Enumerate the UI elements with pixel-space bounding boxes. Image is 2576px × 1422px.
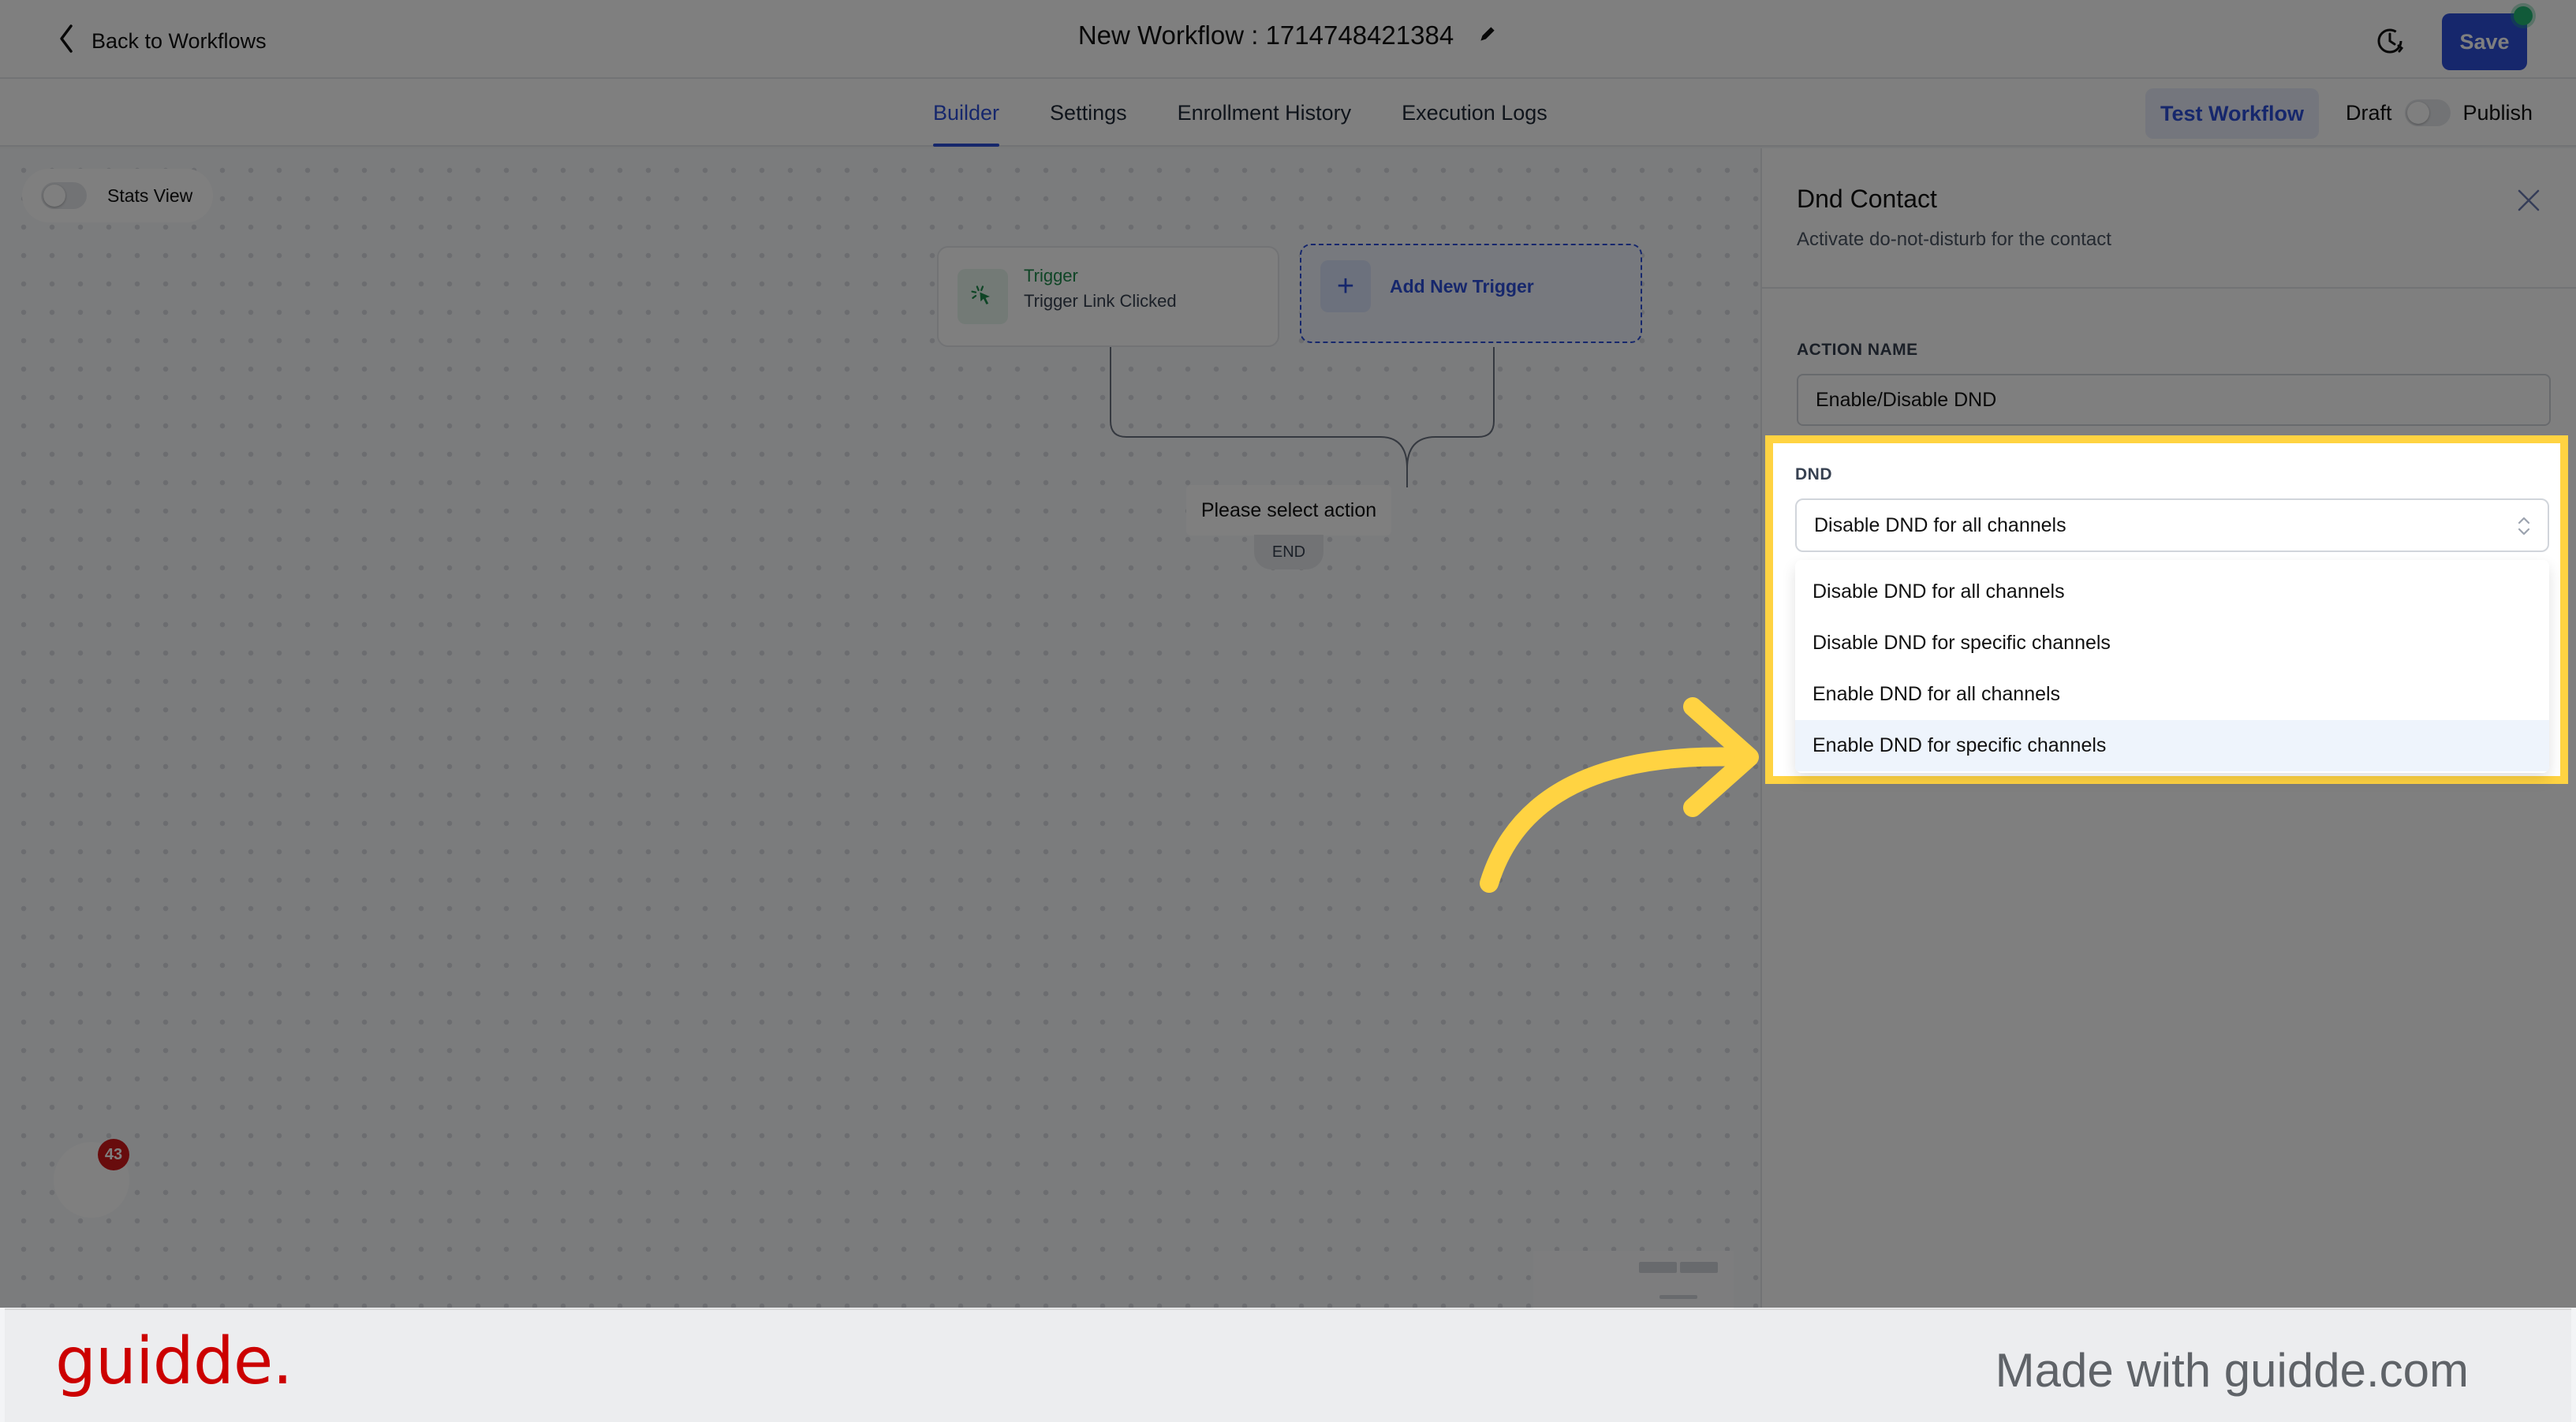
workflow-title-row: New Workflow : 1714748421384 bbox=[0, 21, 2576, 50]
stats-view-label: Stats View bbox=[107, 185, 193, 206]
back-to-workflows-link[interactable]: Back to Workflows bbox=[57, 24, 267, 58]
top-bar: Back to Workflows New Workflow : 1714748… bbox=[0, 0, 2576, 79]
highlight-box: DND Disable DND for all channels Disable… bbox=[1765, 435, 2568, 784]
end-node: END bbox=[1254, 535, 1323, 569]
made-with-text: Made with guidde.com bbox=[1995, 1344, 2469, 1397]
dnd-options-menu: Disable DND for all channels Disable DND… bbox=[1795, 560, 2549, 773]
guidde-logo: guidde. bbox=[55, 1324, 293, 1399]
dnd-option-enable-all[interactable]: Enable DND for all channels bbox=[1795, 669, 2549, 720]
select-action-node[interactable]: Please select action bbox=[1186, 485, 1391, 536]
tab-bar: Builder Settings Enrollment History Exec… bbox=[0, 79, 2576, 147]
dnd-option-disable-specific[interactable]: Disable DND for specific channels bbox=[1795, 618, 2549, 669]
publish-toggle[interactable] bbox=[2404, 99, 2451, 126]
trigger-node[interactable]: Trigger Trigger Link Clicked bbox=[937, 246, 1279, 347]
unsaved-status-dot bbox=[2514, 6, 2533, 25]
publish-toggle-group: Draft Publish bbox=[2346, 79, 2533, 147]
add-trigger-label: Add New Trigger bbox=[1390, 275, 1534, 297]
tab-settings[interactable]: Settings bbox=[1050, 79, 1127, 147]
tab-builder[interactable]: Builder bbox=[933, 79, 1000, 147]
panel-title: Dnd Contact bbox=[1797, 185, 1937, 213]
tab-execution-logs[interactable]: Execution Logs bbox=[1402, 79, 1547, 147]
tabs: Builder Settings Enrollment History Exec… bbox=[933, 79, 1547, 147]
tab-enrollment-history[interactable]: Enrollment History bbox=[1178, 79, 1352, 147]
panel-divider bbox=[1762, 287, 2576, 289]
dnd-selected-value: Disable DND for all channels bbox=[1814, 513, 2066, 536]
dnd-label: DND bbox=[1795, 465, 1832, 483]
trigger-name: Trigger Link Clicked bbox=[1024, 291, 1177, 311]
save-button[interactable]: Save bbox=[2442, 13, 2527, 70]
dnd-select[interactable]: Disable DND for all channels bbox=[1795, 498, 2549, 552]
cursor-click-icon bbox=[958, 269, 1008, 324]
history-icon[interactable] bbox=[2373, 24, 2407, 58]
minimap[interactable] bbox=[1533, 1251, 1734, 1314]
stats-view-toggle[interactable] bbox=[41, 182, 87, 209]
draft-label: Draft bbox=[2346, 100, 2392, 125]
test-workflow-button[interactable]: Test Workflow bbox=[2145, 88, 2319, 139]
add-new-trigger-node[interactable]: + Add New Trigger bbox=[1300, 244, 1642, 343]
stats-view-toggle-group: Stats View bbox=[22, 169, 214, 222]
dnd-option-disable-all[interactable]: Disable DND for all channels bbox=[1795, 566, 2549, 618]
chevron-up-down-icon bbox=[2518, 517, 2530, 536]
close-icon[interactable] bbox=[2514, 186, 2543, 215]
workflow-title: New Workflow : 1714748421384 bbox=[1077, 21, 1454, 50]
notification-badge: 43 bbox=[98, 1139, 129, 1170]
action-name-input[interactable] bbox=[1797, 374, 2551, 426]
trigger-kind: Trigger bbox=[1024, 266, 1078, 286]
back-label: Back to Workflows bbox=[91, 28, 267, 53]
guidde-footer: guidde. Made with guidde.com bbox=[5, 1308, 2571, 1422]
chevron-left-icon bbox=[57, 23, 76, 60]
action-name-label: ACTION NAME bbox=[1797, 341, 1918, 359]
trigger-connector-lines bbox=[1110, 347, 1495, 487]
pencil-icon[interactable] bbox=[1477, 21, 1498, 50]
dnd-option-enable-specific[interactable]: Enable DND for specific channels bbox=[1795, 720, 2549, 771]
publish-label: Publish bbox=[2462, 100, 2533, 125]
plus-icon: + bbox=[1320, 260, 1371, 312]
panel-subtitle: Activate do-not-disturb for the contact bbox=[1797, 229, 2111, 250]
workflow-canvas[interactable]: Stats View Trigger Trigger Link Clicked … bbox=[0, 148, 1760, 1314]
